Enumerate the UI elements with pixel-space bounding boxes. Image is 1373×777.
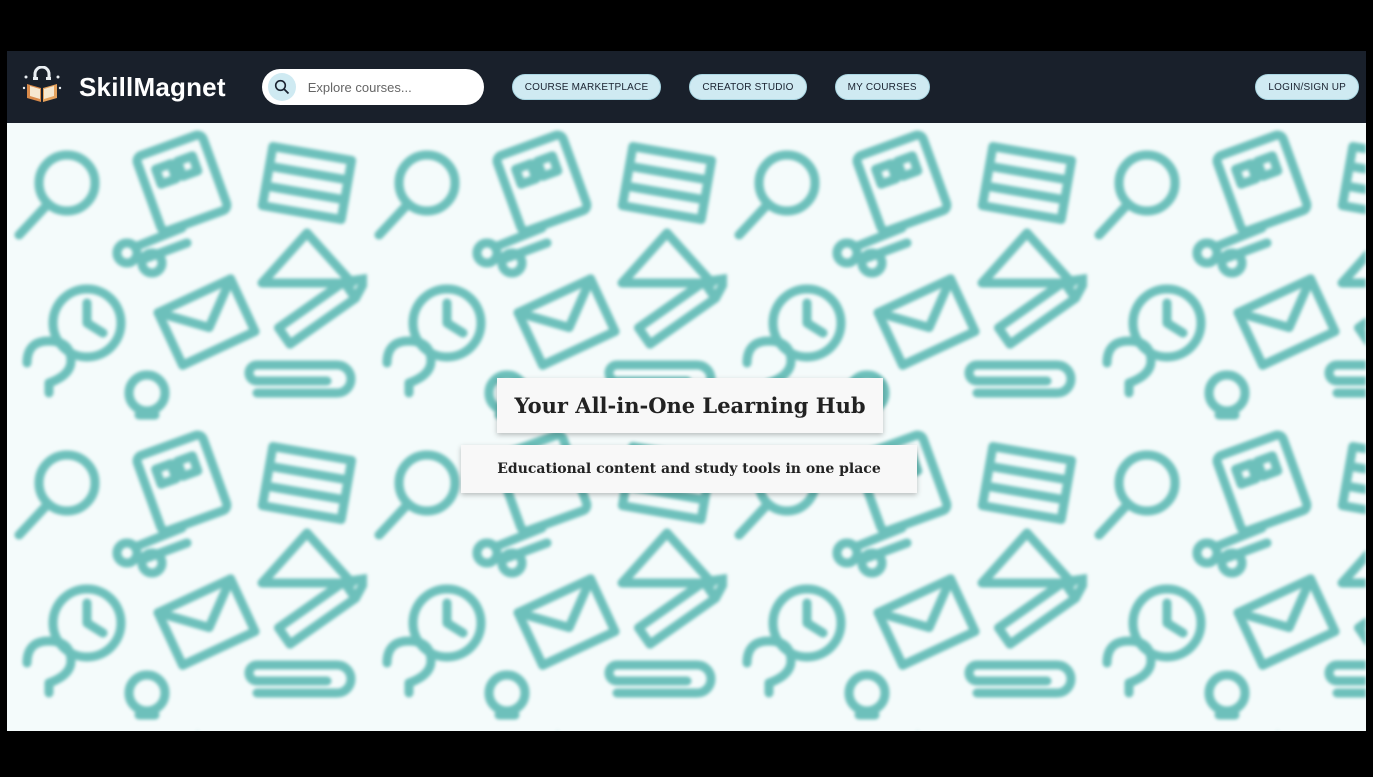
creator-studio-button[interactable]: CREATOR STUDIO (689, 74, 807, 100)
hero-section: Your All-in-One Learning Hub Educational… (7, 123, 1366, 731)
app-frame: SkillMagnet COURSE MARKETPLACE CREATOR S… (7, 51, 1366, 731)
hero-title: Your All-in-One Learning Hub (497, 378, 883, 433)
brand-name: SkillMagnet (79, 71, 226, 102)
my-courses-button[interactable]: MY COURSES (834, 74, 930, 100)
login-signup-button[interactable]: LOGIN/SIGN UP (1255, 74, 1359, 100)
search-input[interactable] (305, 78, 470, 96)
book-magnet-icon (22, 66, 62, 102)
hero-subtitle: Educational content and study tools in o… (461, 445, 917, 493)
brand[interactable]: SkillMagnet (21, 66, 226, 108)
search-icon[interactable] (267, 73, 296, 101)
top-navbar: SkillMagnet COURSE MARKETPLACE CREATOR S… (7, 51, 1366, 123)
course-marketplace-button[interactable]: COURSE MARKETPLACE (511, 74, 662, 100)
search-bar[interactable] (261, 69, 484, 105)
nav-links: COURSE MARKETPLACE CREATOR STUDIO MY COU… (511, 74, 930, 100)
